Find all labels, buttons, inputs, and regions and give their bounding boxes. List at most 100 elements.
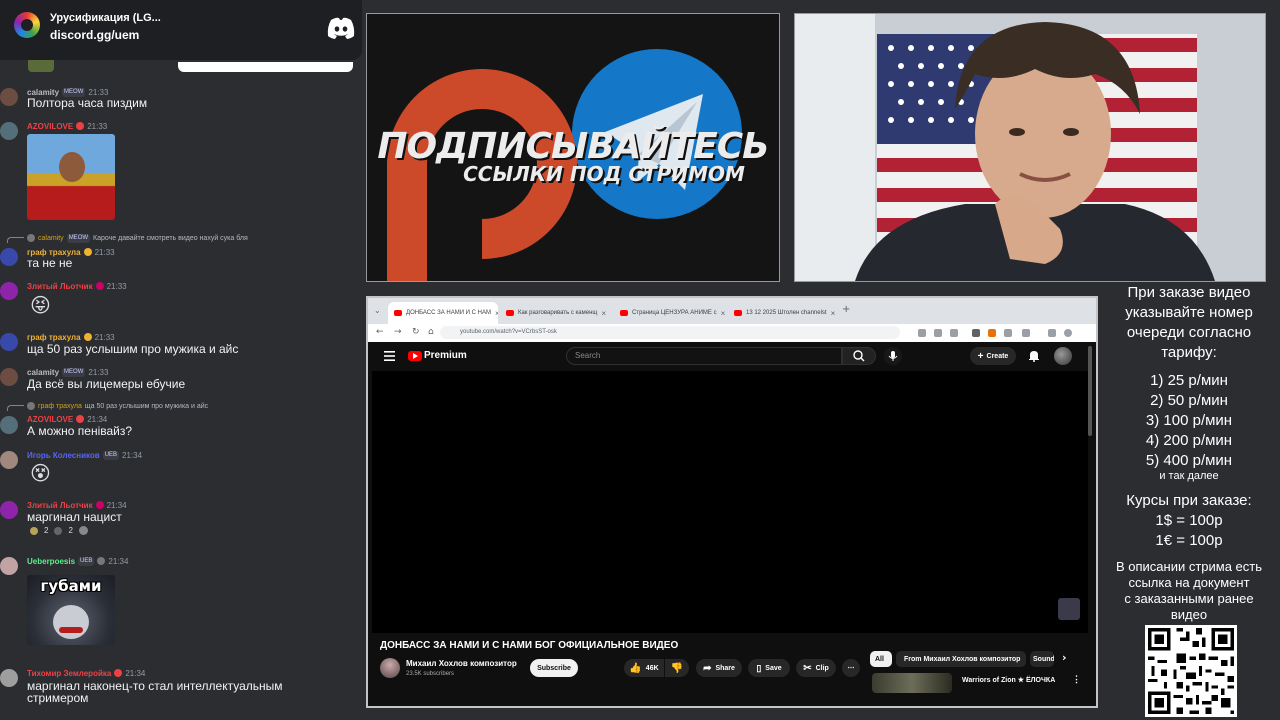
scissors-icon: ✂ — [803, 662, 812, 674]
video-title: ДОНБАСС ЗА НАМИ И С НАМИ БОГ ОФИЦИАЛЬНОЕ… — [380, 640, 679, 651]
subscribe-banner: ПОДПИСЫВАЙТЕСЬ ССЫЛКИ ПОД СТРИМОМ — [366, 13, 780, 282]
timestamp: 21:33 — [87, 121, 108, 131]
profile-icon[interactable] — [1064, 329, 1072, 337]
reply-text: Карочe давайте смотреть видео нахуй сука… — [93, 234, 248, 242]
chip-all[interactable]: All — [870, 651, 892, 667]
timestamp: 21:34 — [108, 556, 129, 566]
info-heading: очереди согласно — [1126, 324, 1252, 341]
banner-title: ПОДПИСЫВАЙТЕСЬ — [377, 126, 769, 167]
message-text: маргинал нацист — [27, 510, 122, 524]
chips-next-icon[interactable]: › — [1062, 651, 1067, 664]
username: Ueberpoesis — [27, 556, 76, 566]
extension-icon[interactable] — [988, 329, 996, 337]
avatar — [0, 669, 18, 687]
reaction-count[interactable]: 2 — [44, 526, 48, 535]
sidebar-icon[interactable] — [1022, 329, 1030, 337]
youtube-logo-text[interactable]: Premium — [424, 350, 467, 361]
youtube-favicon-icon — [734, 310, 742, 316]
qr-code[interactable] — [1145, 625, 1237, 717]
forward-icon[interactable]: → — [394, 327, 402, 337]
chat-message: Злитый Льотчик 21:34 маргинал нацист 2 2 — [0, 499, 362, 543]
new-tab-icon[interactable]: + — [842, 304, 850, 315]
tariff-line: 3) 100 р/мин — [1145, 412, 1233, 429]
discord-widget[interactable]: Урусификация (LG... discord.gg/uem — [0, 0, 362, 60]
tab-label: Как разговаривать с каменщ — [518, 310, 598, 316]
save-button[interactable]: ▯ Save — [748, 659, 790, 677]
close-tab-icon[interactable]: × — [831, 309, 836, 318]
create-label: Create — [986, 352, 1009, 360]
close-tab-icon[interactable]: × — [601, 309, 606, 318]
emoji: 😝 — [30, 293, 51, 317]
downloads-icon[interactable] — [1048, 329, 1056, 337]
channel-name[interactable]: Михаил Хохлов композитор — [406, 659, 517, 668]
zoom-icon[interactable] — [918, 329, 926, 337]
close-tab-icon[interactable]: × — [721, 309, 726, 318]
extension-icon[interactable] — [972, 329, 980, 337]
browser-tab[interactable]: 13 12 2025 Штолен channelst × — [728, 302, 838, 324]
scrollbar[interactable] — [1088, 346, 1092, 436]
reply-avatar — [27, 402, 35, 410]
message-text: Да всё вы лицемеры ебучие — [27, 377, 186, 391]
browser-tab[interactable]: Страница ЦЕНЗУРА АНИМЕ с × — [614, 302, 726, 324]
reaction-emoji-icon[interactable] — [54, 526, 63, 535]
bookmark-star-icon[interactable] — [950, 329, 958, 337]
browser-tab[interactable]: Как разговаривать с каменщ × — [500, 302, 612, 324]
avatar — [0, 416, 18, 434]
reaction-emoji-icon[interactable] — [30, 526, 38, 535]
chat-message: граф трахула ща 50 раз услышим про мужик… — [0, 401, 362, 441]
search-button[interactable] — [842, 347, 876, 365]
account-avatar[interactable] — [1054, 347, 1072, 365]
reply-preview: calamity MEOW Карочe давайте смотреть ви… — [7, 233, 248, 243]
reaction-count[interactable]: 2 — [68, 526, 72, 535]
clip-button[interactable]: ✂ Clip — [796, 659, 836, 677]
description-note: ссылка на документ — [1128, 575, 1250, 590]
more-actions-button[interactable]: ⋯ — [842, 659, 860, 677]
attached-image[interactable]: губами — [27, 575, 115, 645]
back-icon[interactable]: ← — [376, 327, 384, 337]
heart-icon — [114, 669, 123, 677]
close-tab-icon[interactable]: × — [495, 309, 498, 318]
message-meta: Злитый Льотчик 21:33 — [27, 280, 127, 292]
recommendation-thumbnail[interactable] — [872, 673, 952, 693]
url-field[interactable]: youtube.com/watch?v=VCrbsST-osk — [440, 326, 900, 339]
notifications-bell-icon[interactable] — [1028, 349, 1040, 362]
avatar — [0, 557, 18, 575]
install-icon[interactable] — [934, 329, 942, 337]
webcam-image — [795, 14, 1265, 281]
rate-line: 1$ = 100р — [1155, 512, 1223, 529]
like-count: 46K — [645, 664, 659, 672]
tab-list-icon[interactable]: ⌄ — [374, 306, 381, 315]
message-meta: AZOVILOVE 21:33 — [27, 120, 107, 132]
youtube-logo-icon[interactable] — [408, 351, 422, 361]
chip-from-channel[interactable]: From Михаил Хохлов композитор — [896, 651, 1026, 667]
recommendation-title[interactable]: Warriors of Zion ★ ЁЛОЧКА — [962, 676, 1055, 684]
rates-heading: Курсы при заказе: — [1126, 492, 1252, 509]
create-button[interactable]: + Create — [970, 347, 1016, 365]
puzzle-icon[interactable] — [1004, 329, 1012, 337]
hamburger-menu-icon[interactable] — [384, 351, 395, 361]
attached-image[interactable] — [27, 134, 115, 220]
webcam-feed — [794, 13, 1266, 282]
add-reaction-icon[interactable] — [78, 526, 88, 535]
browser-tab[interactable]: ДОНБАСС ЗА НАМИ И С НАМ × — [388, 302, 498, 324]
like-button[interactable]: 👍 46K — [624, 659, 664, 677]
search-input[interactable]: Search — [566, 347, 842, 365]
share-button[interactable]: ➦ Share — [696, 659, 742, 677]
reactions: 2 2 — [30, 526, 88, 535]
invite-link[interactable]: discord.gg/uem — [50, 28, 139, 42]
username: граф трахула — [27, 332, 81, 342]
microphone-icon — [888, 351, 898, 361]
reply-badge: MEOW — [66, 233, 91, 243]
server-name: Урусификация (LG... — [50, 12, 161, 24]
reload-icon[interactable]: ↻ — [412, 327, 420, 337]
home-icon[interactable]: ⌂ — [428, 327, 434, 337]
subscribe-button[interactable]: Subscribe — [530, 659, 578, 677]
dislike-button[interactable]: 👎 — [665, 659, 689, 677]
video-player[interactable] — [372, 371, 1088, 633]
voice-search-button[interactable] — [884, 347, 902, 365]
message-text: ща 50 раз услышим про мужика и айс — [27, 342, 239, 356]
chip-sound[interactable]: Sound — [1030, 651, 1054, 667]
emoji: 😵 — [30, 461, 51, 485]
channel-avatar[interactable] — [380, 658, 400, 678]
recommendation-more-icon[interactable]: ⋮ — [1072, 674, 1081, 685]
